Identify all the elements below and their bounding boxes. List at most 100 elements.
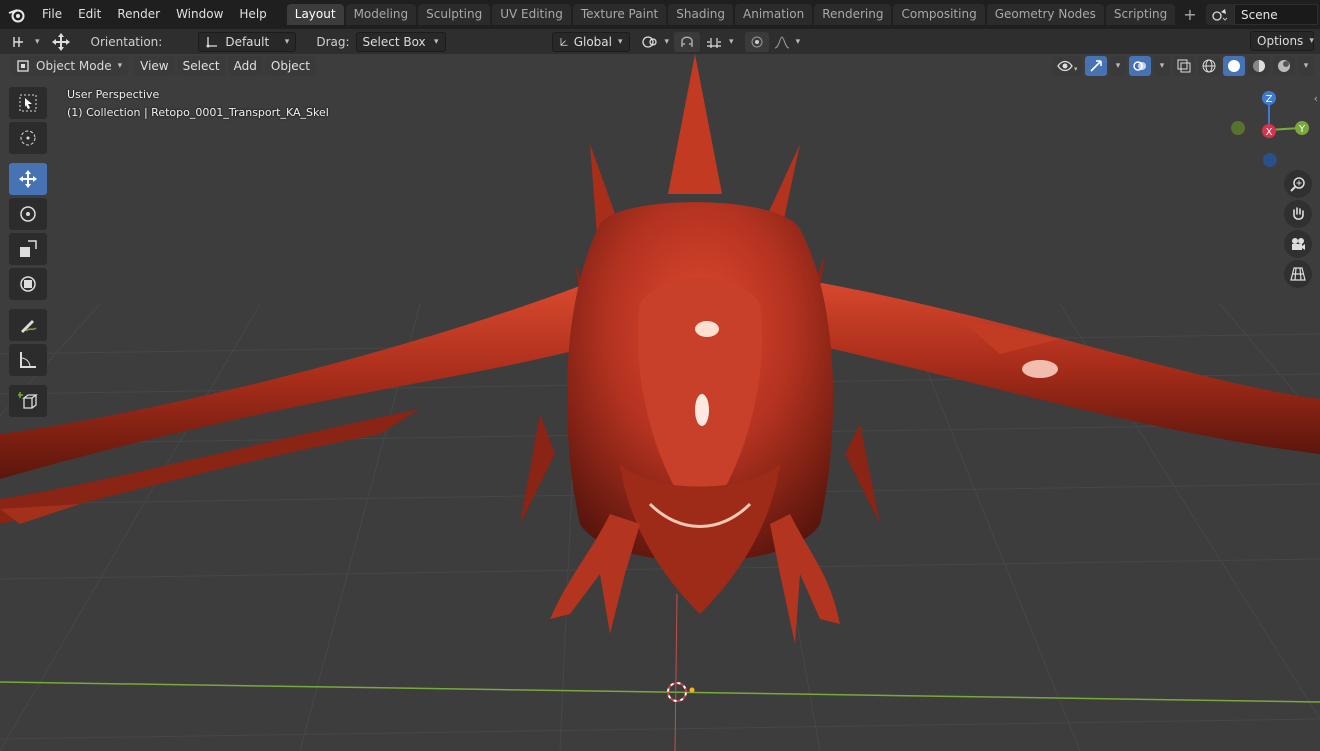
object-mode-label: Object Mode bbox=[36, 59, 112, 73]
visibility-eye-icon[interactable]: ▾ bbox=[1052, 56, 1082, 76]
transform-tool[interactable] bbox=[9, 268, 47, 300]
z-axis-line bbox=[674, 593, 678, 751]
menu-help[interactable]: Help bbox=[231, 0, 274, 29]
tool-preset-button[interactable]: ▾ bbox=[6, 32, 45, 52]
xray-toggle-icon[interactable] bbox=[1173, 56, 1195, 76]
svg-text:▾: ▾ bbox=[1074, 65, 1077, 73]
proportional-edit-icon[interactable] bbox=[744, 31, 769, 52]
rotate-tool[interactable] bbox=[9, 198, 47, 230]
overlays-toggle-icon[interactable] bbox=[1129, 56, 1151, 76]
gizmo-neg-y-axis bbox=[1231, 121, 1245, 135]
view-menu[interactable]: View bbox=[134, 56, 175, 76]
workspace-tabs: Layout Modeling Sculpting UV Editing Tex… bbox=[286, 0, 1203, 29]
tab-layout[interactable]: Layout bbox=[286, 4, 344, 25]
pan-hand-icon[interactable] bbox=[1284, 200, 1312, 228]
tab-modeling[interactable]: Modeling bbox=[345, 4, 417, 25]
add-menu[interactable]: Add bbox=[227, 56, 263, 76]
chevron-down-icon: ▾ bbox=[284, 36, 290, 47]
menu-render[interactable]: Render bbox=[109, 0, 168, 29]
chevron-down-icon: ▾ bbox=[433, 36, 439, 47]
pivot-point-button[interactable]: ▾ bbox=[636, 32, 675, 52]
orientation-dropdown[interactable]: Default ▾ bbox=[198, 31, 297, 52]
scene-name-field[interactable]: Scene bbox=[1234, 4, 1318, 25]
tool-shelf bbox=[9, 87, 49, 420]
scene-selector[interactable]: Scene bbox=[1206, 4, 1318, 25]
gizmo-toggle-icon[interactable] bbox=[1085, 56, 1107, 76]
transform-orientation-dropdown[interactable]: Global ▾ bbox=[551, 31, 630, 52]
svg-text:X: X bbox=[1266, 127, 1273, 138]
drag-label: Drag: bbox=[316, 34, 350, 49]
chevron-down-icon: ▾ bbox=[117, 61, 123, 71]
collection-label: (1) Collection | Retopo_0001_Transport_K… bbox=[67, 106, 329, 119]
drag-value: Select Box bbox=[362, 34, 426, 49]
solid-shading-icon[interactable] bbox=[1223, 56, 1245, 76]
snap-increment-icon bbox=[707, 37, 722, 48]
move-tool-icon[interactable] bbox=[45, 32, 77, 52]
snap-toggle-icon[interactable] bbox=[674, 31, 701, 52]
tab-shading[interactable]: Shading bbox=[668, 4, 733, 25]
viewport-header: Object Mode ▾ View Select Add Object ▾ ▾… bbox=[0, 54, 1320, 78]
rendered-shading-icon[interactable] bbox=[1273, 56, 1295, 76]
falloff-icon[interactable]: ▾ bbox=[769, 32, 806, 52]
orientation-icon bbox=[206, 36, 218, 47]
viewport-scene bbox=[0, 54, 1320, 751]
move-tool[interactable] bbox=[9, 163, 47, 195]
material-preview-icon[interactable] bbox=[1248, 56, 1270, 76]
chevron-down-icon[interactable]: ▾ bbox=[1154, 56, 1170, 76]
wireframe-shading-icon[interactable] bbox=[1198, 56, 1220, 76]
ortho-toggle-icon[interactable] bbox=[1284, 260, 1312, 288]
menu-window[interactable]: Window bbox=[168, 0, 231, 29]
tab-geometry-nodes[interactable]: Geometry Nodes bbox=[986, 4, 1104, 25]
chevron-down-icon: ▾ bbox=[795, 36, 801, 47]
scene-icon[interactable] bbox=[1206, 4, 1234, 25]
object-mode-icon bbox=[17, 60, 29, 72]
object-mode-dropdown[interactable]: Object Mode ▾ bbox=[10, 56, 129, 76]
menu-edit[interactable]: Edit bbox=[70, 0, 109, 29]
chevron-down-icon: ▾ bbox=[664, 36, 670, 47]
chevron-down-icon: ▾ bbox=[617, 36, 623, 47]
global-axis-icon bbox=[560, 37, 568, 46]
object-menu[interactable]: Object bbox=[264, 56, 316, 76]
tab-animation[interactable]: Animation bbox=[735, 4, 813, 25]
view-perspective-label: User Perspective bbox=[67, 88, 160, 101]
sidebar-toggle-icon[interactable]: ‹ bbox=[1314, 92, 1318, 105]
add-workspace-icon[interactable]: + bbox=[1177, 5, 1202, 24]
camera-view-icon[interactable] bbox=[1284, 230, 1312, 258]
tab-compositing[interactable]: Compositing bbox=[893, 4, 985, 25]
gizmo-neg-z-axis bbox=[1263, 153, 1277, 167]
zoom-icon[interactable] bbox=[1284, 170, 1312, 198]
options-label: Options bbox=[1257, 34, 1304, 48]
measure-tool[interactable] bbox=[9, 344, 47, 376]
chevron-down-icon[interactable]: ▾ bbox=[1298, 56, 1314, 76]
svg-text:Z: Z bbox=[1266, 94, 1273, 105]
chevron-down-icon: ▾ bbox=[729, 36, 734, 47]
3d-viewport[interactable]: User Perspective (1) Collection | Retopo… bbox=[0, 54, 1320, 751]
orientation-value: Default bbox=[225, 34, 270, 49]
drag-dropdown[interactable]: Select Box ▾ bbox=[355, 31, 446, 52]
annotate-tool[interactable] bbox=[9, 309, 47, 341]
chevron-down-icon: ▾ bbox=[1309, 36, 1314, 46]
select-box-tool[interactable] bbox=[9, 87, 47, 119]
x-axis-line bbox=[0, 681, 1320, 703]
tab-rendering[interactable]: Rendering bbox=[814, 4, 892, 25]
options-dropdown[interactable]: Options ▾ bbox=[1250, 31, 1314, 51]
viewport-display-controls: ▾ ▾ ▾ ▾ bbox=[1052, 56, 1314, 76]
top-menu-bar: File Edit Render Window Help Layout Mode… bbox=[0, 0, 1320, 29]
tab-texture-paint[interactable]: Texture Paint bbox=[572, 4, 667, 25]
tab-scripting[interactable]: Scripting bbox=[1105, 4, 1176, 25]
chevron-down-icon[interactable]: ▾ bbox=[1110, 56, 1126, 76]
tab-sculpting[interactable]: Sculpting bbox=[418, 4, 491, 25]
select-menu[interactable]: Select bbox=[176, 56, 226, 76]
add-cube-tool[interactable] bbox=[9, 385, 47, 417]
pivot-icon bbox=[641, 35, 657, 48]
tab-uv-editing[interactable]: UV Editing bbox=[492, 4, 571, 25]
navigation-gizmo[interactable]: Z Y X bbox=[1224, 86, 1314, 170]
chevron-down-icon: ▾ bbox=[35, 36, 40, 47]
snap-target-button[interactable]: ▾ bbox=[700, 32, 739, 52]
menu-file[interactable]: File bbox=[34, 0, 70, 29]
transform-orientation-value: Global bbox=[573, 34, 612, 49]
scale-tool[interactable] bbox=[9, 233, 47, 265]
cursor-tool[interactable] bbox=[9, 122, 47, 154]
orientation-label: Orientation: bbox=[90, 34, 163, 49]
blender-logo-icon[interactable] bbox=[0, 0, 34, 29]
